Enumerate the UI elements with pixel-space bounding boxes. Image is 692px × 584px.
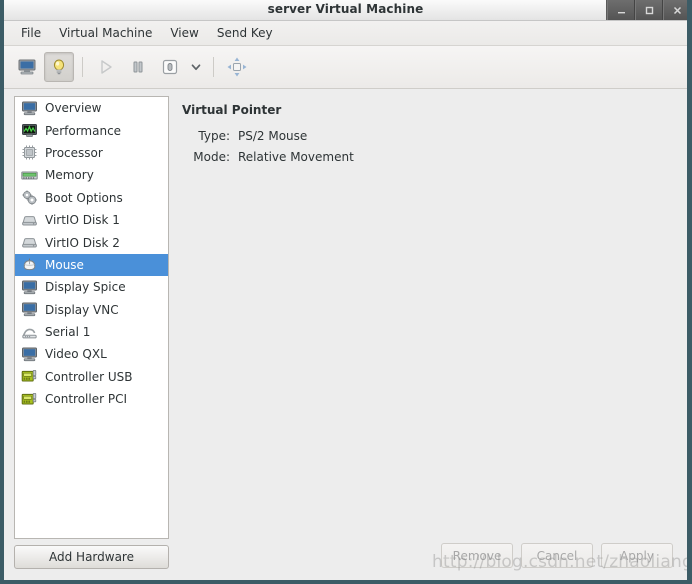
window-controls <box>606 0 687 20</box>
pause-button[interactable] <box>123 52 153 82</box>
minimize-button[interactable] <box>607 0 635 20</box>
controller-icon <box>20 390 38 408</box>
sidebar-item-mouse[interactable]: Mouse <box>15 253 168 277</box>
detail-title: Virtual Pointer <box>182 103 282 117</box>
sidebar-item-label: Boot Options <box>45 190 123 205</box>
hardware-details-button[interactable] <box>44 52 74 82</box>
serial-icon <box>20 323 38 341</box>
monitor-icon <box>20 99 38 117</box>
disk-icon <box>20 234 38 252</box>
action-bar: Remove Cancel Apply <box>4 539 687 575</box>
memory-icon <box>20 166 38 184</box>
sidebar-item-serial-1[interactable]: Serial 1 <box>15 321 168 343</box>
field-value: Relative Movement <box>238 150 354 164</box>
field-label: Mode: <box>193 150 230 164</box>
sidebar-item-controller-usb[interactable]: Controller USB <box>15 366 168 388</box>
monitor-icon <box>20 345 38 363</box>
sidebar-item-display-vnc[interactable]: Display VNC <box>15 299 168 321</box>
monitor-icon <box>20 278 38 296</box>
shutdown-button[interactable] <box>155 52 185 82</box>
sidebar-item-label: Performance <box>45 123 122 138</box>
sidebar-item-label: Video QXL <box>45 347 107 362</box>
sidebar-item-label: Processor <box>45 145 103 160</box>
sidebar-item-label: VirtIO Disk 1 <box>45 213 120 228</box>
sidebar-item-label: Memory <box>45 168 94 183</box>
cancel-button[interactable]: Cancel <box>521 543 593 568</box>
menu-view[interactable]: View <box>161 24 207 42</box>
remove-button[interactable]: Remove <box>441 543 513 568</box>
action-buttons-group: Remove Cancel Apply <box>441 543 673 568</box>
fullscreen-button[interactable] <box>222 52 252 82</box>
menu-file[interactable]: File <box>12 24 50 42</box>
content-area: Overview Performance Processor Memory Bo… <box>4 89 687 575</box>
toolbar-separator <box>82 57 83 77</box>
sidebar-item-label: Display Spice <box>45 280 126 295</box>
menu-virtual-machine[interactable]: Virtual Machine <box>50 24 161 42</box>
cpu-chip-icon <box>20 144 38 162</box>
shutdown-options-chevron[interactable] <box>187 52 205 82</box>
sidebar-item-overview[interactable]: Overview <box>15 97 168 119</box>
toolbar <box>4 46 687 89</box>
sidebar-item-virtio-disk-2[interactable]: VirtIO Disk 2 <box>15 231 168 253</box>
hardware-list[interactable]: Overview Performance Processor Memory Bo… <box>14 96 169 539</box>
sidebar-item-label: VirtIO Disk 2 <box>45 235 120 250</box>
gears-icon <box>20 189 38 207</box>
toolbar-separator-2 <box>213 57 214 77</box>
sidebar-item-label: Overview <box>45 101 102 116</box>
menu-send-key[interactable]: Send Key <box>208 24 282 42</box>
sidebar-item-label: Serial 1 <box>45 325 91 340</box>
apply-button[interactable]: Apply <box>601 543 673 568</box>
sidebar-item-boot-options[interactable]: Boot Options <box>15 187 168 209</box>
run-button[interactable] <box>91 52 121 82</box>
controller-icon <box>20 368 38 386</box>
performance-icon <box>20 122 38 140</box>
sidebar-item-label: Display VNC <box>45 302 119 317</box>
sidebar-item-video-qxl[interactable]: Video QXL <box>15 343 168 365</box>
console-view-button[interactable] <box>12 52 42 82</box>
field-value: PS/2 Mouse <box>238 129 308 143</box>
sidebar-item-processor[interactable]: Processor <box>15 142 168 164</box>
sidebar-item-virtio-disk-1[interactable]: VirtIO Disk 1 <box>15 209 168 231</box>
device-detail-panel: Virtual Pointer Type: PS/2 Mouse Mode: R… <box>182 97 679 567</box>
sidebar-item-label: Controller USB <box>45 369 133 384</box>
monitor-icon <box>20 301 38 319</box>
maximize-button[interactable] <box>635 0 663 20</box>
sidebar-item-label: Controller PCI <box>45 392 127 407</box>
sidebar-item-memory[interactable]: Memory <box>15 164 168 186</box>
mouse-icon <box>20 256 38 274</box>
window-title: server Virtual Machine <box>267 2 424 16</box>
disk-icon <box>20 211 38 229</box>
sidebar-item-performance[interactable]: Performance <box>15 119 168 141</box>
field-label: Type: <box>198 129 230 143</box>
sidebar-item-display-spice[interactable]: Display Spice <box>15 276 168 298</box>
close-button[interactable] <box>663 0 687 20</box>
virt-manager-window: server Virtual Machine File Virtual Mach… <box>0 0 692 584</box>
sidebar-item-controller-pci[interactable]: Controller PCI <box>15 388 168 410</box>
menu-bar: File Virtual Machine View Send Key <box>4 21 687 46</box>
field-type: Type: PS/2 Mouse <box>182 129 679 143</box>
title-bar: server Virtual Machine <box>4 0 687 21</box>
field-mode: Mode: Relative Movement <box>182 150 679 164</box>
sidebar-item-label: Mouse <box>45 257 84 272</box>
